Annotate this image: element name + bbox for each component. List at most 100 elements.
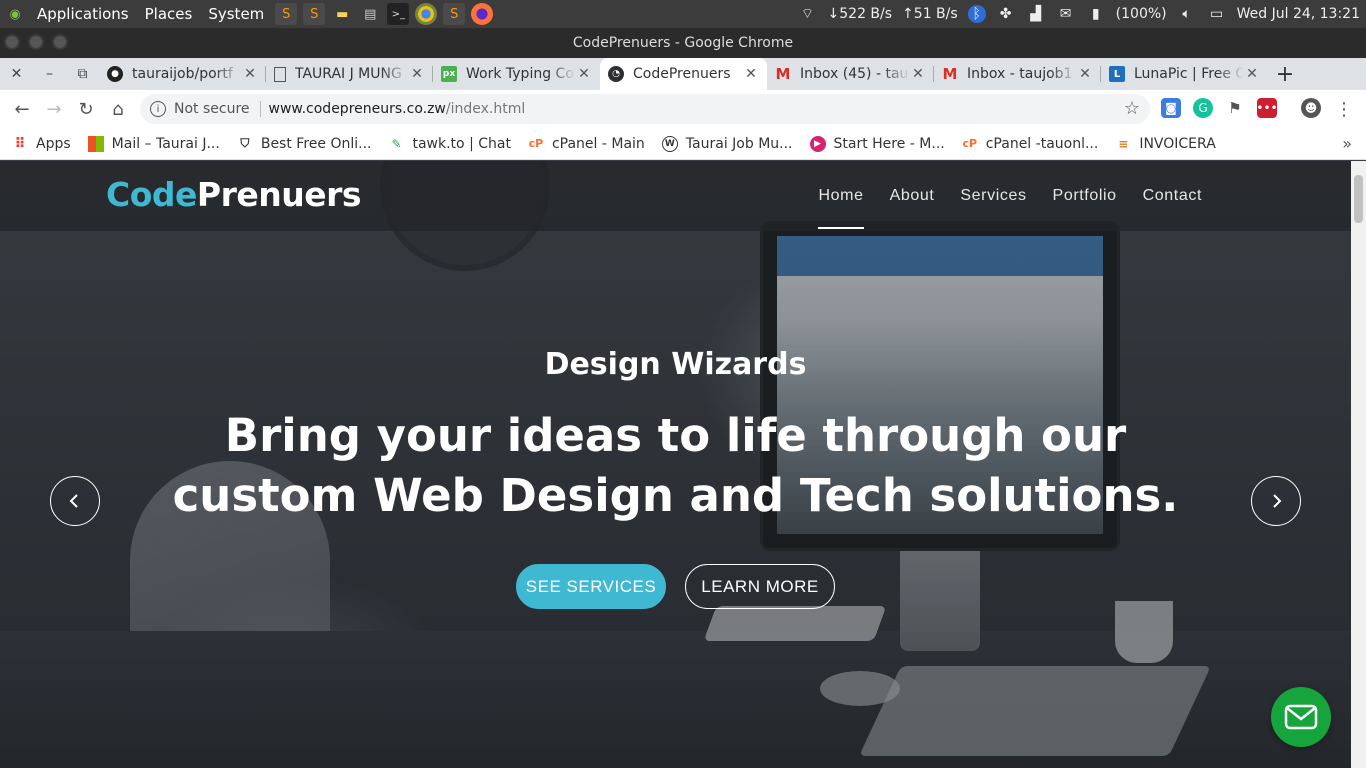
terminal-launcher-icon[interactable]: >_ [387,3,410,25]
security-status[interactable]: Not secure [174,101,261,117]
nav-about[interactable]: About [890,161,935,231]
reload-icon[interactable]: ↻ [70,93,102,125]
chevron-right-icon[interactable]: » [1342,134,1352,153]
slack-icon[interactable]: ✤ [996,5,1016,23]
mail-icon[interactable]: ✉ [1056,5,1076,23]
site-header: CodePrenuers Home About Services Portfol… [0,161,1351,231]
window-maximize-button[interactable] [52,34,68,50]
tab-inbox-2[interactable]: M Inbox - taujob1 ✕ [934,58,1101,90]
more-menu-icon[interactable]: ⋮ [1328,93,1360,125]
firefox-launcher-icon[interactable] [471,3,494,25]
bookmark-mail[interactable]: Mail – Taurai J... [87,135,220,152]
lastpass-extension-icon[interactable]: ••• [1256,98,1278,118]
chevron-right-icon [1273,494,1282,508]
sublime-launcher-icon[interactable]: S [443,3,466,25]
profile-avatar[interactable]: ☻ [1301,98,1321,118]
tab-codeprenuers[interactable]: ◔ CodePrenuers ✕ [600,58,767,90]
tab-close-icon[interactable]: ✕ [743,66,759,82]
page-viewport: CodePrenuers Home About Services Portfol… [0,161,1351,768]
clock[interactable]: Wed Jul 24, 13:21 [1237,6,1360,22]
tawk-icon: ✎ [391,136,402,151]
system-menu-icon[interactable]: ◉ [4,3,26,25]
url-host[interactable]: www.codepreneurs.co.zw [269,101,446,117]
battery-icon[interactable]: ▮ [1086,5,1106,23]
carousel-prev-button[interactable] [50,476,100,526]
restore-icon[interactable]: ⧉ [66,58,99,90]
page-scrollbar[interactable] [1351,161,1366,768]
site-icon: ◔ [608,66,624,82]
display-icon[interactable]: ▭ [1207,5,1227,23]
places-menu[interactable]: Places [137,5,201,23]
tab-close-icon[interactable]: ✕ [1244,66,1260,82]
tab-lunapic[interactable]: L LunaPic | Free O ✕ [1101,58,1268,90]
lunapic-icon: L [1109,66,1125,82]
nav-services[interactable]: Services [960,161,1026,231]
bookmark-cpanel-tauonl[interactable]: cP cPanel -tauonl... [962,136,1098,152]
bookmark-best-free[interactable]: ⛉ Best Free Onli... [237,136,371,152]
nav-portfolio[interactable]: Portfolio [1053,161,1117,231]
text-editor-launcher-icon[interactable]: ▤ [359,3,381,25]
tab-document[interactable]: TAURAI J MUNG ✕ [266,58,433,90]
bookmark-taurai-job[interactable]: W Taurai Job Mu... [661,135,793,152]
sublime-launcher-icon[interactable]: S [303,3,326,25]
bluetooth-icon[interactable]: ᛒ [967,5,986,23]
tab-close-icon[interactable]: ✕ [1077,66,1093,82]
applications-menu[interactable]: Applications [29,5,137,23]
tab-close-icon[interactable]: ✕ [242,66,258,82]
window-titlebar[interactable]: CodePrenuers - Google Chrome [0,28,1366,58]
volume-icon[interactable]: 🔈︎ [1177,5,1197,23]
github-icon: ● [107,66,123,82]
minimize-icon[interactable]: – [33,58,66,90]
hero-title: Bring your ideas to life through our cus… [172,409,1179,522]
bookmark-star-icon[interactable]: ☆ [1124,98,1140,119]
scrollbar-thumb[interactable] [1354,175,1363,223]
nav-contact[interactable]: Contact [1143,161,1202,231]
see-services-button[interactable]: SEE SERVICES [516,564,666,609]
bookmark-apps[interactable]: ⠿ Apps [12,136,71,152]
pin-extension-icon[interactable]: ⚑ [1225,98,1245,118]
site-logo[interactable]: CodePrenuers [106,175,362,214]
system-panel: ◉ Applications Places System S S ▬ ▤ >_ … [0,0,1366,28]
home-icon[interactable]: ⌂ [102,93,134,125]
tab-github[interactable]: ● tauraijob/portf ✕ [99,58,266,90]
url-path[interactable]: /index.html [446,101,525,117]
wordpress-icon: W [661,135,678,152]
learn-more-button[interactable]: LEARN MORE [685,564,835,609]
chat-widget-button[interactable] [1271,687,1331,747]
bookmarks-bar: ⠿ Apps Mail – Taurai J... ⛉ Best Free On… [0,128,1366,160]
back-icon[interactable]: ← [6,93,38,125]
bookmark-tawk[interactable]: ✎ tawk.to | Chat [388,136,511,152]
system-menu[interactable]: System [200,5,272,23]
close-icon[interactable]: ✕ [0,58,33,90]
bookmark-start-here[interactable]: ▶ Start Here - M... [809,135,945,152]
tab-work-typing[interactable]: px Work Typing Co ✕ [433,58,600,90]
bookmark-invoicera[interactable]: ≡ INVOICERA [1115,136,1215,152]
tab-close-icon[interactable]: ✕ [409,66,425,82]
document-icon [274,66,286,82]
carousel-next-button[interactable] [1251,476,1301,526]
chrome-launcher-icon[interactable] [415,3,438,25]
signal-strength-icon[interactable]: ▟ [1026,5,1046,23]
network-icon[interactable]: ⌔ [798,5,818,23]
window-close-button[interactable] [4,34,20,50]
files-launcher-icon[interactable]: ▬ [331,3,353,25]
tab-inbox-1[interactable]: M Inbox (45) - tau ✕ [767,58,934,90]
sublime-launcher-icon[interactable]: S [275,3,298,25]
tab-strip: ✕ – ⧉ ● tauraijob/portf ✕ TAURAI J MUNG … [0,58,1366,90]
bookmark-cpanel-main[interactable]: cP cPanel - Main [528,136,645,152]
main-nav: Home About Services Portfolio Contact [818,161,1202,231]
camera-extension-icon[interactable]: ◙ [1161,98,1181,118]
tab-close-icon[interactable]: ✕ [576,66,592,82]
shield-icon: ⛉ [240,136,250,150]
new-tab-button[interactable]: + [1268,58,1302,90]
invoicera-icon: ≡ [1118,136,1129,151]
grammarly-extension-icon[interactable]: G [1193,98,1213,118]
microsoft-icon [87,135,104,152]
tab-close-icon[interactable]: ✕ [910,66,926,82]
forward-icon[interactable]: → [38,93,70,125]
net-down-speed: ↓522 B/s [827,6,893,22]
address-bar[interactable]: i Not secure www.codepreneurs.co.zw/inde… [140,94,1150,124]
info-icon[interactable]: i [150,101,166,117]
nav-home[interactable]: Home [818,161,864,231]
window-minimize-button[interactable] [28,34,44,50]
